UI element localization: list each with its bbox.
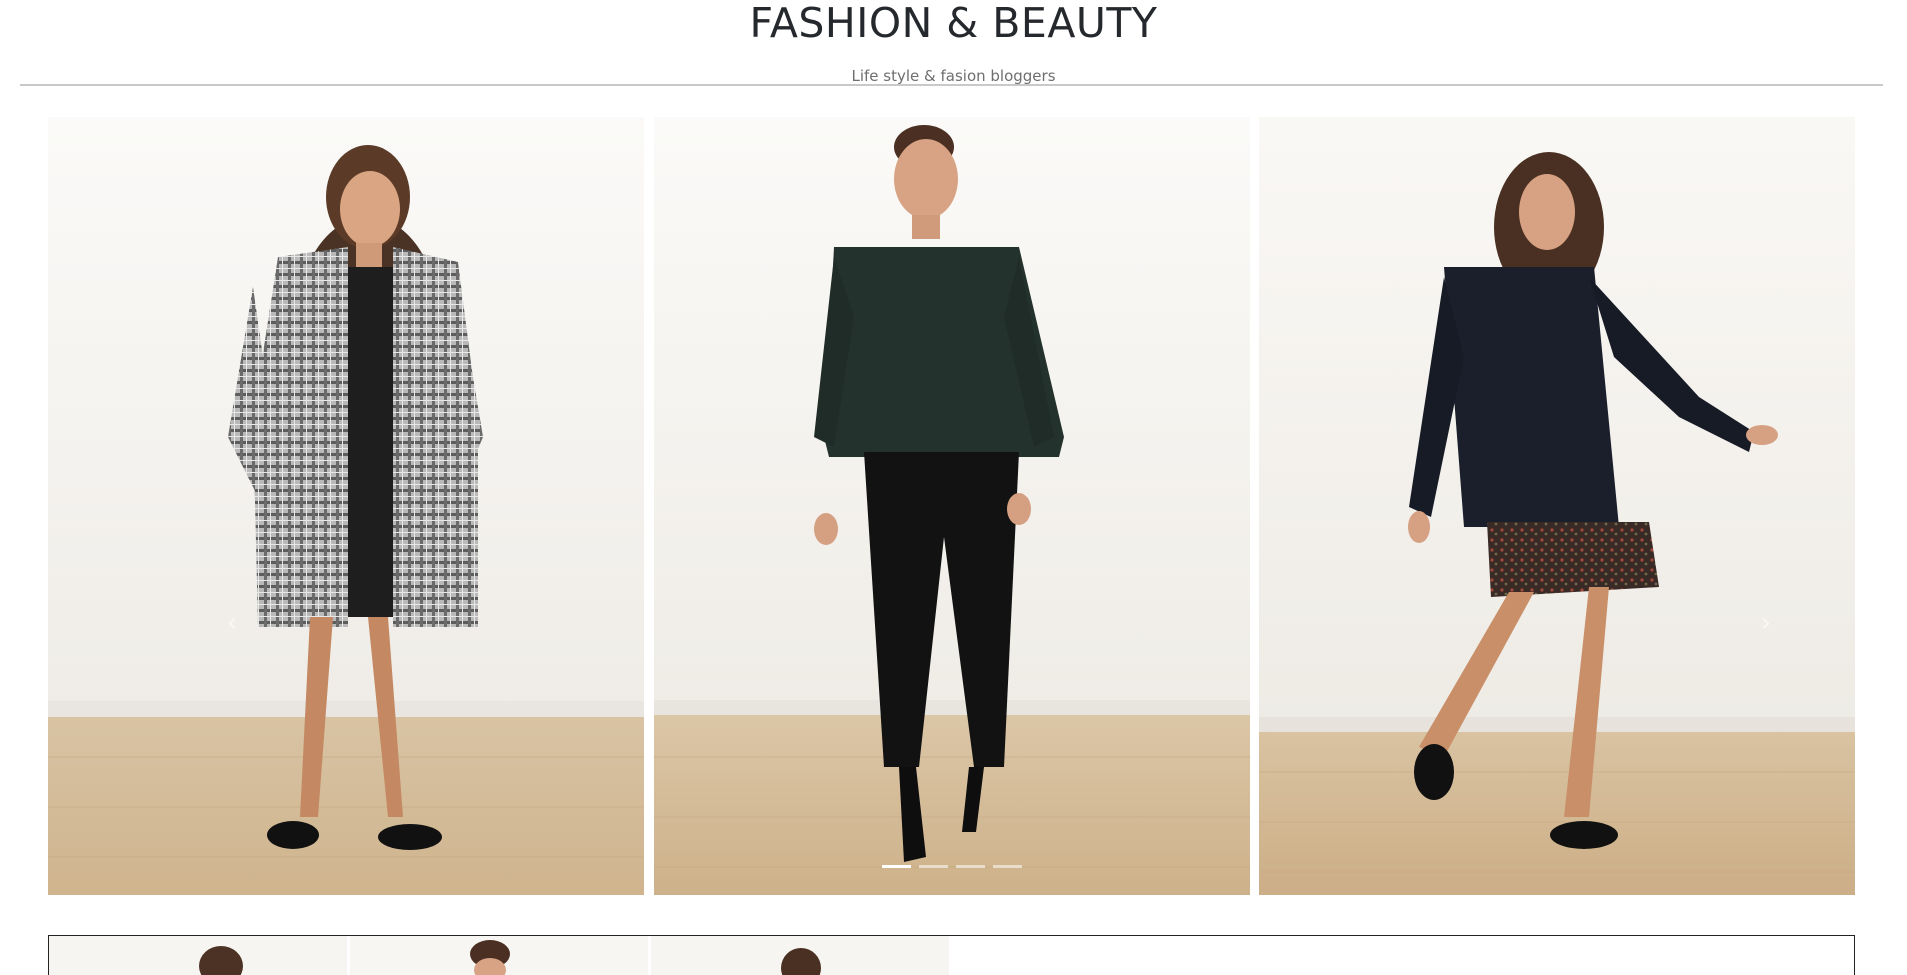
thumbnail-photo-3 (651, 936, 949, 975)
chevron-right-icon[interactable]: › (1754, 609, 1778, 637)
thumbnail-2[interactable] (350, 936, 648, 975)
model-photo-1 (48, 117, 644, 895)
carousel-indicators (882, 865, 1022, 868)
header-divider (20, 84, 1883, 86)
model-photo-3 (1259, 117, 1855, 895)
carousel-indicator-2[interactable] (919, 865, 948, 868)
site-title[interactable]: FASHION & BEAUTY (0, 0, 1907, 46)
site-subtitle: Life style & fasion bloggers (851, 67, 1056, 85)
thumbnail-strip (48, 935, 1855, 975)
thumbnail-3[interactable] (651, 936, 949, 975)
carousel-slide-navy-peacoat[interactable] (1259, 117, 1855, 895)
thumbnail-photo-1 (49, 936, 347, 975)
thumbnail-1[interactable] (49, 936, 347, 975)
site-header: FASHION & BEAUTY Life style & fasion blo… (0, 0, 1907, 90)
carousel-indicator-3[interactable] (956, 865, 985, 868)
carousel-indicator-1[interactable] (882, 865, 911, 868)
carousel-slide-green-sweater[interactable] (654, 117, 1250, 895)
carousel-slide-checked-coat[interactable] (48, 117, 644, 895)
image-carousel[interactable]: ‹ › (48, 117, 1855, 895)
model-photo-2 (654, 117, 1250, 895)
chevron-left-icon[interactable]: ‹ (220, 609, 244, 637)
carousel-indicator-4[interactable] (993, 865, 1022, 868)
thumbnail-photo-2 (350, 936, 648, 975)
